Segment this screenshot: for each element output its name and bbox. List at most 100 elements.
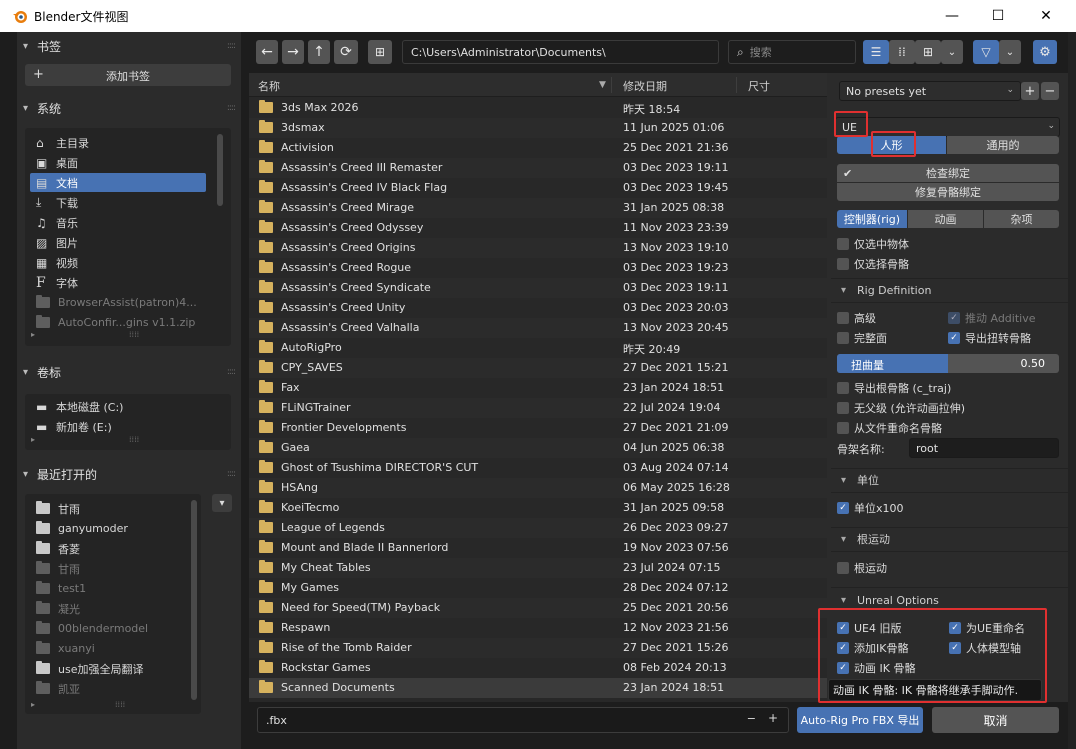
close-button[interactable]: ✕: [1023, 0, 1069, 32]
export-button[interactable]: Auto-Rig Pro FBX 导出: [797, 707, 923, 733]
expand-arrow-icon[interactable]: ▸: [31, 330, 35, 339]
recent-item[interactable]: 00blendermodel: [30, 619, 180, 638]
sidebar-item-pictures[interactable]: ▨ 图片: [30, 233, 206, 252]
filter-options-dropdown[interactable]: ⌄: [999, 40, 1021, 64]
tab-animation[interactable]: 动画: [908, 210, 983, 228]
root-motion-header[interactable]: ▾ 根运动: [827, 528, 1076, 550]
units-header[interactable]: ▾ 单位: [827, 469, 1076, 491]
recent-item[interactable]: 凝光: [30, 599, 180, 618]
file-row[interactable]: Respawn 12 Nov 2023 21:56: [249, 618, 827, 638]
file-row[interactable]: Assassin's Creed Mirage 31 Jan 2025 08:38: [249, 198, 827, 218]
sidebar-item-desktop[interactable]: ▣ 桌面: [30, 153, 206, 172]
sidebar-item-home[interactable]: ⌂ 主目录: [30, 133, 206, 152]
file-row[interactable]: Rockstar Games 08 Feb 2024 20:13: [249, 658, 827, 678]
new-folder-button[interactable]: ⊞: [368, 40, 392, 64]
file-row[interactable]: Gaea 04 Jun 2025 06:38: [249, 438, 827, 458]
filter-toggle-button[interactable]: ▽: [973, 40, 999, 64]
file-row[interactable]: Assassin's Creed Unity 03 Dec 2023 20:03: [249, 298, 827, 318]
increment-icon[interactable]: +: [768, 711, 778, 725]
tab-misc[interactable]: 杂项: [984, 210, 1059, 228]
column-name-header[interactable]: 名称: [258, 78, 280, 94]
file-row[interactable]: Assassin's Creed Origins 13 Nov 2023 19:1…: [249, 238, 827, 258]
file-row[interactable]: Activision 25 Dec 2021 21:36: [249, 138, 827, 158]
rig-definition-header[interactable]: ▾ Rig Definition: [827, 279, 1076, 301]
file-row[interactable]: Frontier Developments 27 Dec 2021 21:09: [249, 418, 827, 438]
units-x100-checkbox[interactable]: ✓ 单位x100: [837, 499, 904, 517]
resize-grip-icon[interactable]: ⁞⁞⁞⁞: [115, 700, 125, 709]
system-header[interactable]: ▾ 系统 ::::: [17, 96, 241, 120]
file-row[interactable]: 3ds Max 2026 昨天 18:54: [249, 98, 827, 118]
column-separator[interactable]: [736, 77, 737, 93]
file-row[interactable]: Ghost of Tsushima DIRECTOR'S CUT 03 Aug 2…: [249, 458, 827, 478]
recent-item[interactable]: 甘雨: [30, 499, 180, 518]
remove-preset-button[interactable]: −: [1041, 82, 1059, 100]
forward-button[interactable]: →: [282, 40, 304, 64]
rename-from-file-checkbox[interactable]: 从文件重命名骨骼: [837, 419, 942, 437]
selected-only-checkbox[interactable]: 仅选中物体: [837, 235, 909, 253]
resize-grip-icon[interactable]: ⁞⁞⁞⁞: [129, 435, 139, 444]
add-preset-button[interactable]: +: [1021, 82, 1039, 100]
column-size-header[interactable]: 尺寸: [748, 78, 770, 94]
sidebar-item-documents[interactable]: ▤ 文档: [30, 173, 206, 192]
export-twist-checkbox[interactable]: ✓ 导出扭转骨骼: [948, 329, 1031, 347]
file-row[interactable]: Assassin's Creed III Remaster 03 Dec 2023…: [249, 158, 827, 178]
skeleton-name-input[interactable]: root: [909, 438, 1059, 458]
maximize-button[interactable]: ☐: [975, 0, 1021, 32]
file-row[interactable]: HSAng 06 May 2025 16:28: [249, 478, 827, 498]
parent-dir-button[interactable]: ↑: [308, 40, 330, 64]
refresh-button[interactable]: ⟳: [334, 40, 358, 64]
tab-rig[interactable]: 控制器(rig): [837, 210, 907, 228]
sidebar-item-fonts[interactable]: F 字体: [30, 273, 206, 292]
recent-item[interactable]: xuanyi: [30, 639, 180, 658]
back-button[interactable]: ←: [256, 40, 278, 64]
file-row[interactable]: Scanned Documents 23 Jan 2024 18:51: [249, 678, 827, 698]
engine-dropdown[interactable]: UE ⌄: [835, 117, 1060, 137]
volume-item-e[interactable]: ▬ 新加卷 (E:): [30, 417, 226, 436]
display-list-horizontal-button[interactable]: ⁞⁞: [889, 40, 915, 64]
sort-down-icon[interactable]: ▼: [599, 80, 606, 90]
file-row[interactable]: CPY_SAVES 27 Dec 2021 15:21: [249, 358, 827, 378]
push-additive-checkbox[interactable]: ✓ 推动 Additive: [948, 309, 1036, 327]
column-date-header[interactable]: 修改日期: [623, 78, 667, 94]
recent-header[interactable]: ▾ 最近打开的 ::::: [17, 462, 241, 486]
display-options-dropdown[interactable]: ⌄: [941, 40, 963, 64]
file-row[interactable]: Rise of the Tomb Raider 27 Dec 2021 15:26: [249, 638, 827, 658]
recent-item[interactable]: 甘雨: [30, 559, 180, 578]
sidebar-item-music[interactable]: ♫ 音乐: [30, 213, 206, 232]
recent-item[interactable]: use加强全局翻译: [30, 659, 180, 678]
recent-item[interactable]: 凯亚: [30, 679, 180, 698]
add-bookmark-button[interactable]: + 添加书签: [25, 64, 231, 86]
display-thumbnails-button[interactable]: ⊞: [915, 40, 941, 64]
file-row[interactable]: My Games 28 Dec 2024 07:12: [249, 578, 827, 598]
sidebar-item-videos[interactable]: ▦ 视频: [30, 253, 206, 272]
settings-button[interactable]: ⚙: [1033, 40, 1057, 64]
column-separator[interactable]: [611, 77, 612, 93]
cancel-button[interactable]: 取消: [932, 707, 1059, 733]
twist-amount-slider[interactable]: 扭曲量 0.50: [837, 354, 1059, 373]
volumes-header[interactable]: ▾ 卷标 ::::: [17, 360, 241, 384]
recent-item[interactable]: ganyumoder: [30, 519, 180, 538]
bookmarks-header[interactable]: ▾ 书签 ::::: [17, 34, 241, 58]
selected-bones-checkbox[interactable]: 仅选择骨骼: [837, 255, 909, 273]
no-parent-checkbox[interactable]: 无父级 (允许动画拉伸): [837, 399, 965, 417]
file-row[interactable]: AutoRigPro 昨天 20:49: [249, 338, 827, 358]
volume-item-c[interactable]: ▬ 本地磁盘 (C:): [30, 397, 226, 416]
recent-scrollbar[interactable]: [191, 500, 197, 700]
file-row[interactable]: Assassin's Creed IV Black Flag 03 Dec 202…: [249, 178, 827, 198]
fix-rig-button[interactable]: 修复骨骼绑定: [837, 183, 1059, 201]
presets-dropdown[interactable]: No presets yet ⌄: [839, 81, 1021, 101]
check-rig-button[interactable]: ✔ 检查绑定: [837, 164, 1059, 182]
recent-item[interactable]: test1: [30, 579, 180, 598]
file-row[interactable]: Fax 23 Jan 2024 18:51: [249, 378, 827, 398]
file-row[interactable]: Assassin's Creed Syndicate 03 Dec 2023 19…: [249, 278, 827, 298]
file-row[interactable]: Assassin's Creed Rogue 03 Dec 2023 19:23: [249, 258, 827, 278]
file-row[interactable]: 3dsmax 11 Jun 2025 01:06: [249, 118, 827, 138]
root-motion-checkbox[interactable]: 根运动: [837, 559, 887, 577]
filename-input[interactable]: .fbx − +: [257, 707, 789, 733]
file-row[interactable]: Assassin's Creed Odyssey 11 Nov 2023 23:3…: [249, 218, 827, 238]
sidebar-item-downloads[interactable]: ⤓ 下载: [30, 193, 206, 212]
file-row[interactable]: KoeiTecmo 31 Jan 2025 09:58: [249, 498, 827, 518]
search-input[interactable]: ⌕ 搜索: [728, 40, 856, 64]
file-row[interactable]: My Cheat Tables 23 Jul 2024 07:15: [249, 558, 827, 578]
path-input[interactable]: C:\Users\Administrator\Documents\: [402, 40, 719, 64]
